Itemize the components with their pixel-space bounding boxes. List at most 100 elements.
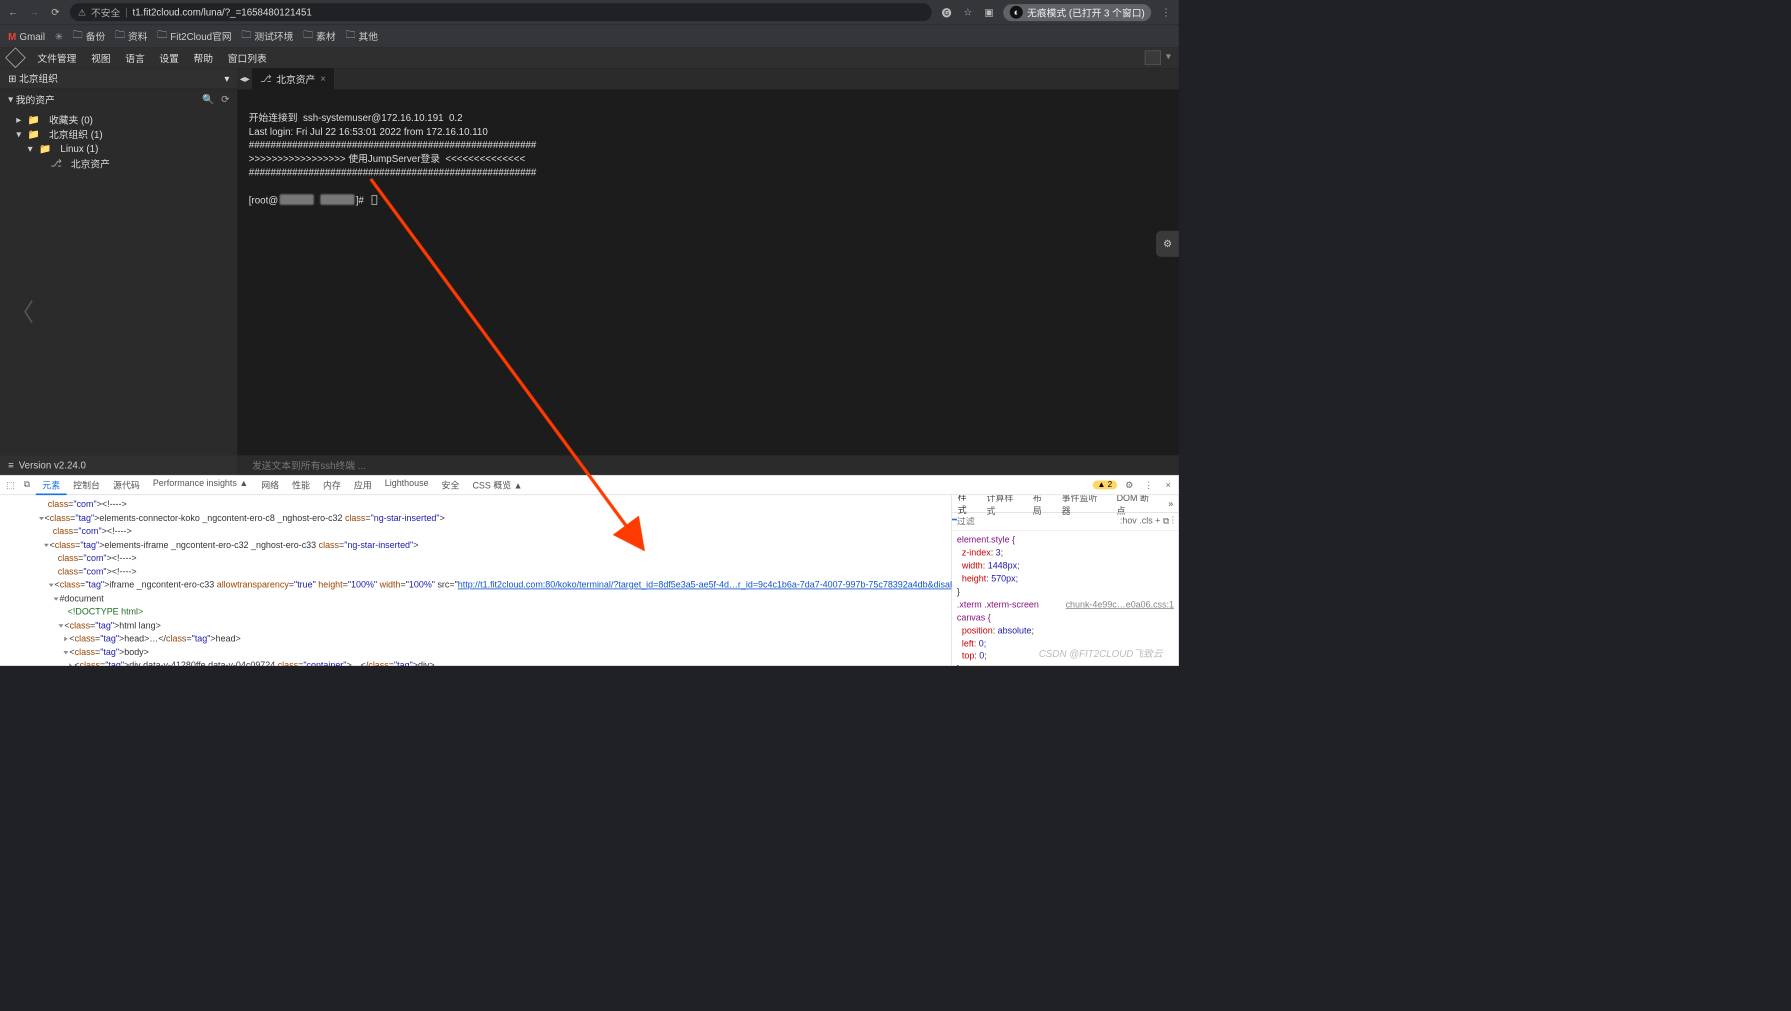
devtools-tab[interactable]: CSS 概览 ▲: [466, 475, 529, 495]
devtools-tab[interactable]: 控制台: [67, 475, 107, 495]
sidebar-collapse-icon[interactable]: 〈: [10, 293, 34, 329]
dom-node[interactable]: <class="tag">head>…</class="tag">head>: [5, 633, 946, 646]
dom-node[interactable]: <class="tag">body>: [5, 646, 946, 659]
tab-title: 北京资产: [276, 72, 315, 86]
tree-linux-group[interactable]: ▾📁 Linux (1): [0, 141, 237, 156]
bookmark-item[interactable]: ✳: [55, 30, 63, 41]
inspect-icon[interactable]: ⬚: [3, 480, 18, 491]
settings-gear-icon[interactable]: ⚙: [1156, 231, 1179, 257]
browser-toolbar: ← → ⟳ ⚠ 不安全 | t1.fit2cloud.com/luna/?_=1…: [0, 0, 1179, 24]
tree-favorites[interactable]: ▸📁 收藏夹 (0): [0, 112, 237, 127]
terminal-prompt: [root@ ]#: [249, 193, 1168, 207]
devtools-tab[interactable]: 元素: [36, 475, 67, 495]
dom-node[interactable]: class="com"><!---->: [5, 498, 946, 511]
devtools-tab[interactable]: 应用: [347, 475, 378, 495]
terminal-tabs: ◂▸ ⎇ 北京资产 ×: [237, 68, 1178, 89]
app-menu-item[interactable]: 文件管理: [37, 51, 76, 65]
bookmark-folder[interactable]: 🗀Fit2Cloud官网: [157, 28, 231, 45]
app-menu-item[interactable]: 视图: [91, 51, 111, 65]
warnings-badge[interactable]: ▲ 2: [1092, 480, 1117, 489]
bookmark-folder[interactable]: 🗀其他: [345, 28, 378, 45]
folder-icon: 🗀: [345, 28, 355, 45]
dom-node[interactable]: <!DOCTYPE html>: [5, 606, 946, 619]
folder-icon: 📁: [39, 143, 51, 154]
dom-node[interactable]: class="com"><!---->: [5, 565, 946, 578]
org-label: 北京组织: [19, 72, 58, 86]
dom-node[interactable]: #document: [5, 592, 946, 605]
devtools-tab[interactable]: 内存: [316, 475, 347, 495]
bookmark-gmail[interactable]: M Gmail: [8, 30, 45, 41]
app-menu-item[interactable]: 窗口列表: [228, 51, 267, 65]
blurred-hostname: [320, 195, 354, 206]
folder-icon: 📁: [28, 114, 40, 125]
dom-node[interactable]: <class="tag">elements-iframe _ngcontent-…: [5, 539, 946, 552]
bookmark-folder[interactable]: 🗀测试环境: [241, 28, 293, 45]
incognito-badge[interactable]: ◐ 无痕模式 (已打开 3 个窗口): [1004, 4, 1152, 21]
tab-collapse-icon[interactable]: ◂▸: [237, 73, 252, 84]
search-icon[interactable]: 🔍: [202, 93, 214, 104]
dom-tree[interactable]: class="com"><!----> <class="tag">element…: [0, 495, 951, 666]
broadcast-placeholder: 发送文本到所有ssh终端 ...: [252, 458, 366, 472]
more-icon[interactable]: ⋮: [1141, 480, 1156, 491]
insecure-label: 不安全: [91, 5, 120, 19]
insecure-icon: ⚠: [78, 7, 86, 18]
url-text: t1.fit2cloud.com/luna/?_=1658480121451: [133, 7, 312, 18]
bookmark-folder[interactable]: 🗀资料: [115, 28, 148, 45]
close-icon[interactable]: ×: [1161, 480, 1176, 490]
browser-menu-icon[interactable]: ⋮: [1159, 7, 1172, 18]
bookmark-folder[interactable]: 🗀备份: [73, 28, 106, 45]
bookmark-folder[interactable]: 🗀素材: [303, 28, 336, 45]
nav-reload-icon[interactable]: ⟳: [49, 7, 62, 18]
close-icon[interactable]: ×: [320, 73, 326, 84]
dom-node[interactable]: <class="tag">div data-v-41280ffe data-v-…: [5, 659, 946, 666]
device-icon[interactable]: ⧉: [20, 480, 35, 491]
panel-icon[interactable]: ▣: [982, 7, 995, 18]
my-assets-header[interactable]: ▾ 我的资产 🔍 ⟳: [0, 89, 237, 109]
dom-node[interactable]: <class="tag">html lang>: [5, 619, 946, 632]
chevron-down-icon: ▾: [224, 73, 229, 84]
devtools-tab[interactable]: 性能: [286, 475, 317, 495]
app-menu-item[interactable]: 语言: [125, 51, 145, 65]
translate-icon[interactable]: 🅖: [940, 5, 953, 19]
cursor-icon: [371, 195, 377, 205]
tab-active[interactable]: ⎇ 北京资产 ×: [252, 68, 335, 89]
tree-org-group[interactable]: ▾📁 北京组织 (1): [0, 127, 237, 142]
dom-node[interactable]: class="com"><!---->: [5, 552, 946, 565]
gear-icon[interactable]: ⚙: [1122, 480, 1137, 491]
layout-toggle-icon[interactable]: [1145, 50, 1161, 65]
folder-icon: 📁: [28, 128, 40, 139]
app-menu-item[interactable]: 帮助: [194, 51, 214, 65]
dropdown-icon[interactable]: ▾: [1166, 50, 1171, 65]
bookmark-star-icon[interactable]: ☆: [961, 7, 974, 18]
styles-subtab[interactable]: »: [1163, 496, 1179, 511]
devtools-tab[interactable]: Lighthouse: [378, 475, 435, 495]
org-selector[interactable]: ⊞ 北京组织 ▾: [0, 68, 237, 89]
broadcast-input[interactable]: 发送文本到所有ssh终端 ...: [237, 455, 1178, 475]
devtools-tab[interactable]: 安全: [435, 475, 466, 495]
asset-tree: ▸📁 收藏夹 (0) ▾📁 北京组织 (1) ▾📁 Linux (1) ⎇ 北京…: [0, 109, 237, 174]
folder-icon: 🗀: [73, 28, 83, 45]
app-menu-bar: 文件管理 视图语言设置 帮助窗口列表 ▾: [0, 47, 1179, 68]
styles-toolbar[interactable]: :hov .cls + ⧉ ⋮: [1120, 516, 1174, 527]
style-rule[interactable]: element.style { z-index: 3; width: 1448p…: [957, 534, 1174, 599]
devtools-tab[interactable]: Performance insights ▲: [146, 475, 254, 495]
terminal-output[interactable]: 开始连接到 ssh-systemuser@172.16.10.191 0.2 L…: [237, 89, 1178, 455]
address-bar[interactable]: ⚠ 不安全 | t1.fit2cloud.com/luna/?_=1658480…: [70, 3, 932, 21]
folder-icon: 🗀: [303, 28, 313, 45]
nav-forward-icon[interactable]: →: [28, 7, 41, 18]
app-menu-item[interactable]: 设置: [159, 51, 179, 65]
folder-icon: 🗀: [157, 28, 167, 45]
terminal-icon: ⎇: [50, 158, 61, 169]
dom-node[interactable]: <class="tag">elements-connector-koko _ng…: [5, 512, 946, 525]
app-logo-icon[interactable]: [5, 47, 26, 68]
dom-node[interactable]: <class="tag">iframe _ngcontent-ero-c33 a…: [5, 579, 946, 592]
devtools-tab[interactable]: 网络: [255, 475, 286, 495]
styles-filter-input[interactable]: [957, 517, 1115, 527]
tree-asset-item[interactable]: ⎇ 北京资产: [0, 156, 237, 171]
dom-node[interactable]: class="com"><!---->: [5, 525, 946, 538]
devtools-tab[interactable]: 源代码: [107, 475, 147, 495]
refresh-icon[interactable]: ⟳: [221, 93, 229, 104]
nav-back-icon[interactable]: ←: [7, 7, 20, 18]
content-area: ◂▸ ⎇ 北京资产 × 开始连接到 ssh-systemuser@172.16.…: [237, 68, 1178, 475]
watermark-text: CSDN @FIT2CLOUD飞致云: [1039, 646, 1163, 660]
